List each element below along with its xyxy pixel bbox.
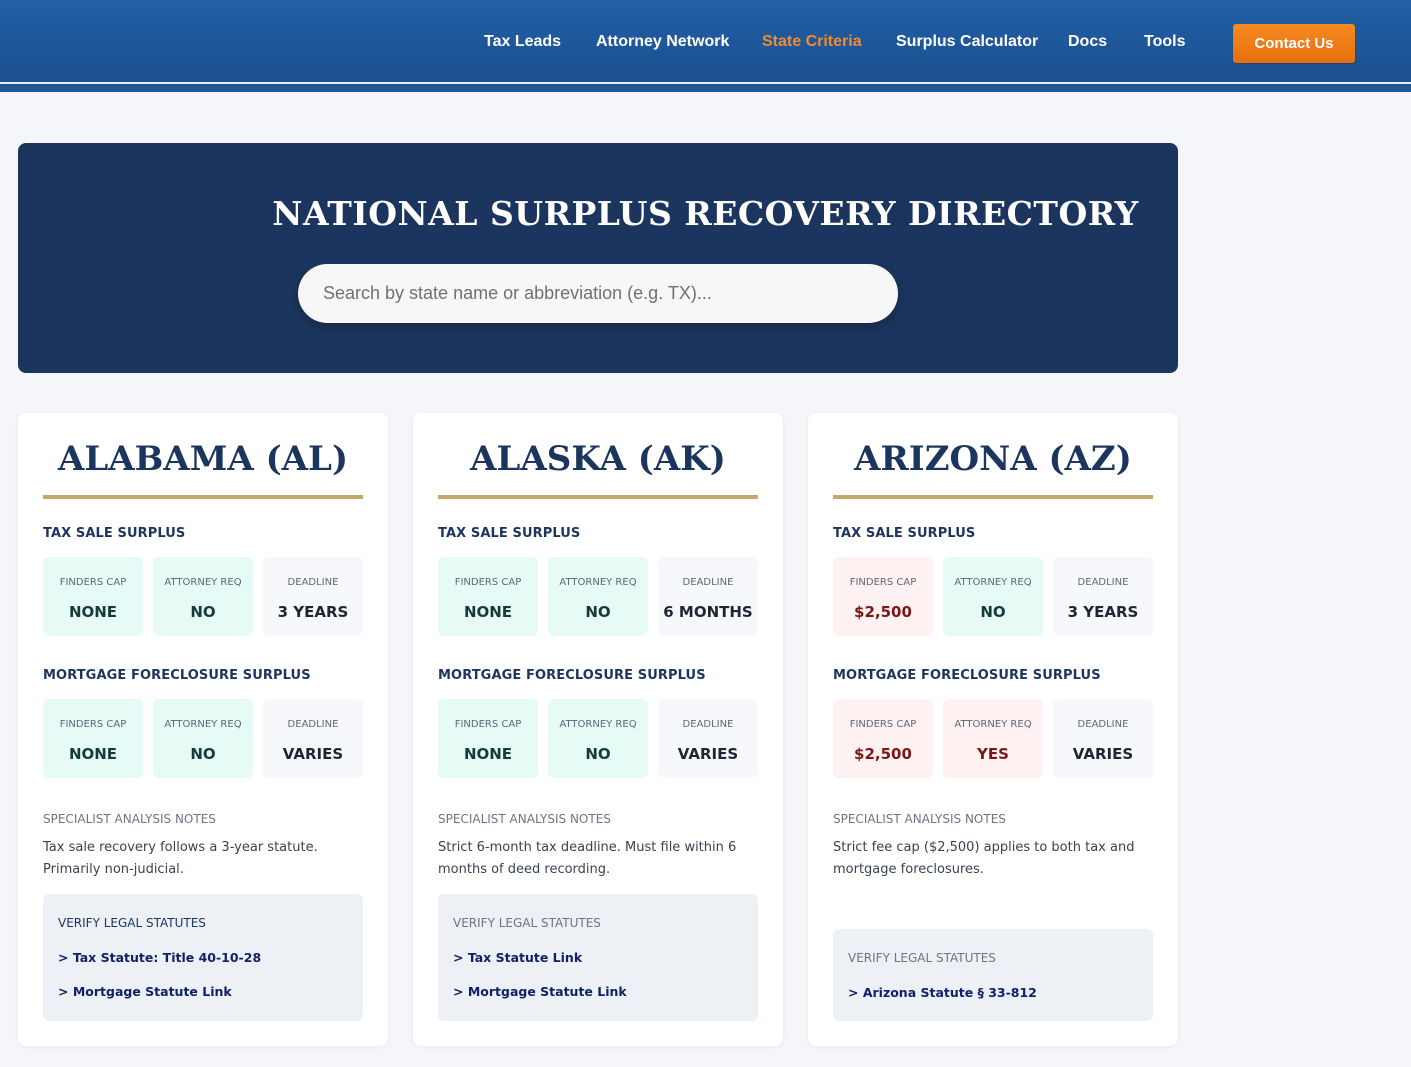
metric-label: DEADLINE: [287, 719, 339, 730]
tax-attorney-req-tile: ATTORNEY REQ NO: [548, 557, 648, 636]
metric-value: VARIES: [677, 745, 739, 763]
top-navigation-bar: Tax Leads Attorney Network State Criteri…: [0, 0, 1411, 92]
mortgage-deadline-tile: DEADLINE VARIES: [1053, 699, 1153, 778]
notes-label: SPECIALIST ANALYSIS NOTES: [43, 812, 216, 826]
tax-attorney-req-tile: ATTORNEY REQ NO: [153, 557, 253, 636]
tax-deadline-tile: DEADLINE 3 YEARS: [1053, 557, 1153, 636]
metric-label: ATTORNEY REQ: [164, 719, 242, 730]
metric-value: 3 YEARS: [277, 603, 349, 621]
metric-value: $2,500: [854, 603, 912, 621]
metric-label: DEADLINE: [682, 577, 734, 588]
mortgage-statute-link[interactable]: > Mortgage Statute Link: [58, 984, 232, 999]
state-card-alaska: ALASKA (AK) TAX SALE SURPLUS FINDERS CAP…: [413, 413, 783, 1046]
mortgage-deadline-tile: DEADLINE VARIES: [658, 699, 758, 778]
title-divider: [833, 495, 1153, 499]
state-card-alabama: ALABAMA (AL) TAX SALE SURPLUS FINDERS CA…: [18, 413, 388, 1046]
mortgage-statute-link[interactable]: > Mortgage Statute Link: [453, 984, 627, 999]
mortgage-attorney-req-tile: ATTORNEY REQ YES: [943, 699, 1043, 778]
metric-value: NONE: [68, 745, 118, 763]
metric-label: FINDERS CAP: [59, 577, 127, 588]
metric-value: 3 YEARS: [1067, 603, 1139, 621]
metric-value: NONE: [463, 603, 513, 621]
tax-section-label: TAX SALE SURPLUS: [438, 526, 581, 541]
verify-statutes-box: VERIFY LEGAL STATUTES > Tax Statute: Tit…: [43, 894, 363, 1021]
state-card-title: ALABAMA (AL): [57, 439, 349, 479]
metric-label: ATTORNEY REQ: [559, 719, 637, 730]
state-card-title: ARIZONA (AZ): [854, 439, 1132, 479]
directory-hero-panel: [18, 143, 1178, 373]
tax-statute-link[interactable]: > Tax Statute Link: [453, 950, 582, 965]
metric-value: NO: [190, 745, 216, 763]
mortgage-section-label: MORTGAGE FORECLOSURE SURPLUS: [438, 668, 706, 683]
tax-finders-cap-tile: FINDERS CAP NONE: [43, 557, 143, 636]
metric-value: NO: [190, 603, 216, 621]
nav-tools[interactable]: Tools: [1144, 33, 1185, 51]
nav-docs[interactable]: Docs: [1068, 33, 1107, 51]
tax-statute-link[interactable]: > Tax Statute: Title 40-10-28: [58, 950, 261, 965]
tax-deadline-tile: DEADLINE 6 MONTHS: [658, 557, 758, 636]
notes-text: Strict fee cap ($2,500) applies to both …: [833, 840, 1135, 877]
metric-value: YES: [977, 745, 1009, 763]
metric-label: FINDERS CAP: [59, 719, 127, 730]
tax-finders-cap-tile: FINDERS CAP NONE: [438, 557, 538, 636]
metric-label: DEADLINE: [1077, 719, 1129, 730]
metric-label: FINDERS CAP: [454, 719, 522, 730]
mortgage-section-label: MORTGAGE FORECLOSURE SURPLUS: [833, 668, 1101, 683]
state-search-input[interactable]: [298, 264, 898, 323]
arizona-statute-link[interactable]: > Arizona Statute § 33-812: [848, 985, 1037, 1000]
metric-label: DEADLINE: [682, 719, 734, 730]
mortgage-section-label: MORTGAGE FORECLOSURE SURPLUS: [43, 668, 311, 683]
tax-section-label: TAX SALE SURPLUS: [43, 526, 186, 541]
metric-label: ATTORNEY REQ: [164, 577, 242, 588]
state-card-title: ALASKA (AK): [470, 439, 726, 479]
tax-deadline-tile: DEADLINE 3 YEARS: [263, 557, 363, 636]
mortgage-attorney-req-tile: ATTORNEY REQ NO: [153, 699, 253, 778]
verify-label: VERIFY LEGAL STATUTES: [58, 916, 206, 930]
metric-label: DEADLINE: [287, 577, 339, 588]
metric-value: NONE: [68, 603, 118, 621]
metric-label: ATTORNEY REQ: [954, 577, 1032, 588]
mortgage-finders-cap-tile: FINDERS CAP $2,500: [833, 699, 933, 778]
tax-attorney-req-tile: ATTORNEY REQ NO: [943, 557, 1043, 636]
metric-value: NO: [980, 603, 1006, 621]
nav-state-criteria[interactable]: State Criteria: [762, 33, 862, 51]
contact-us-button[interactable]: Contact Us: [1233, 24, 1355, 63]
nav-attorney-network[interactable]: Attorney Network: [596, 33, 729, 51]
nav-tax-leads[interactable]: Tax Leads: [484, 33, 561, 51]
verify-label: VERIFY LEGAL STATUTES: [848, 951, 996, 965]
mortgage-deadline-tile: DEADLINE VARIES: [263, 699, 363, 778]
metric-value: NONE: [463, 745, 513, 763]
metric-value: VARIES: [282, 745, 344, 763]
verify-label: VERIFY LEGAL STATUTES: [453, 916, 601, 930]
nav-surplus-calculator[interactable]: Surplus Calculator: [896, 33, 1038, 51]
metric-label: FINDERS CAP: [849, 577, 917, 588]
metric-value: NO: [585, 745, 611, 763]
mortgage-finders-cap-tile: FINDERS CAP NONE: [43, 699, 143, 778]
metric-value: NO: [585, 603, 611, 621]
title-divider: [43, 495, 363, 499]
metric-label: FINDERS CAP: [454, 577, 522, 588]
metric-label: FINDERS CAP: [849, 719, 917, 730]
mortgage-attorney-req-tile: ATTORNEY REQ NO: [548, 699, 648, 778]
tax-finders-cap-tile: FINDERS CAP $2,500: [833, 557, 933, 636]
metric-value: 6 MONTHS: [663, 603, 753, 621]
tax-section-label: TAX SALE SURPLUS: [833, 526, 976, 541]
verify-statutes-box: VERIFY LEGAL STATUTES > Tax Statute Link…: [438, 894, 758, 1021]
mortgage-finders-cap-tile: FINDERS CAP NONE: [438, 699, 538, 778]
state-card-arizona: ARIZONA (AZ) TAX SALE SURPLUS FINDERS CA…: [808, 413, 1178, 1046]
metric-label: DEADLINE: [1077, 577, 1129, 588]
metric-label: ATTORNEY REQ: [559, 577, 637, 588]
notes-text: Strict 6-month tax deadline. Must file w…: [438, 840, 737, 877]
notes-text: Tax sale recovery follows a 3-year statu…: [43, 840, 318, 877]
metric-label: ATTORNEY REQ: [954, 719, 1032, 730]
verify-statutes-box: VERIFY LEGAL STATUTES > Arizona Statute …: [833, 929, 1153, 1021]
title-divider: [438, 495, 758, 499]
page-title: NATIONAL SURPLUS RECOVERY DIRECTORY: [272, 194, 1139, 233]
notes-label: SPECIALIST ANALYSIS NOTES: [833, 812, 1006, 826]
notes-label: SPECIALIST ANALYSIS NOTES: [438, 812, 611, 826]
metric-value: $2,500: [854, 745, 912, 763]
metric-value: VARIES: [1072, 745, 1134, 763]
